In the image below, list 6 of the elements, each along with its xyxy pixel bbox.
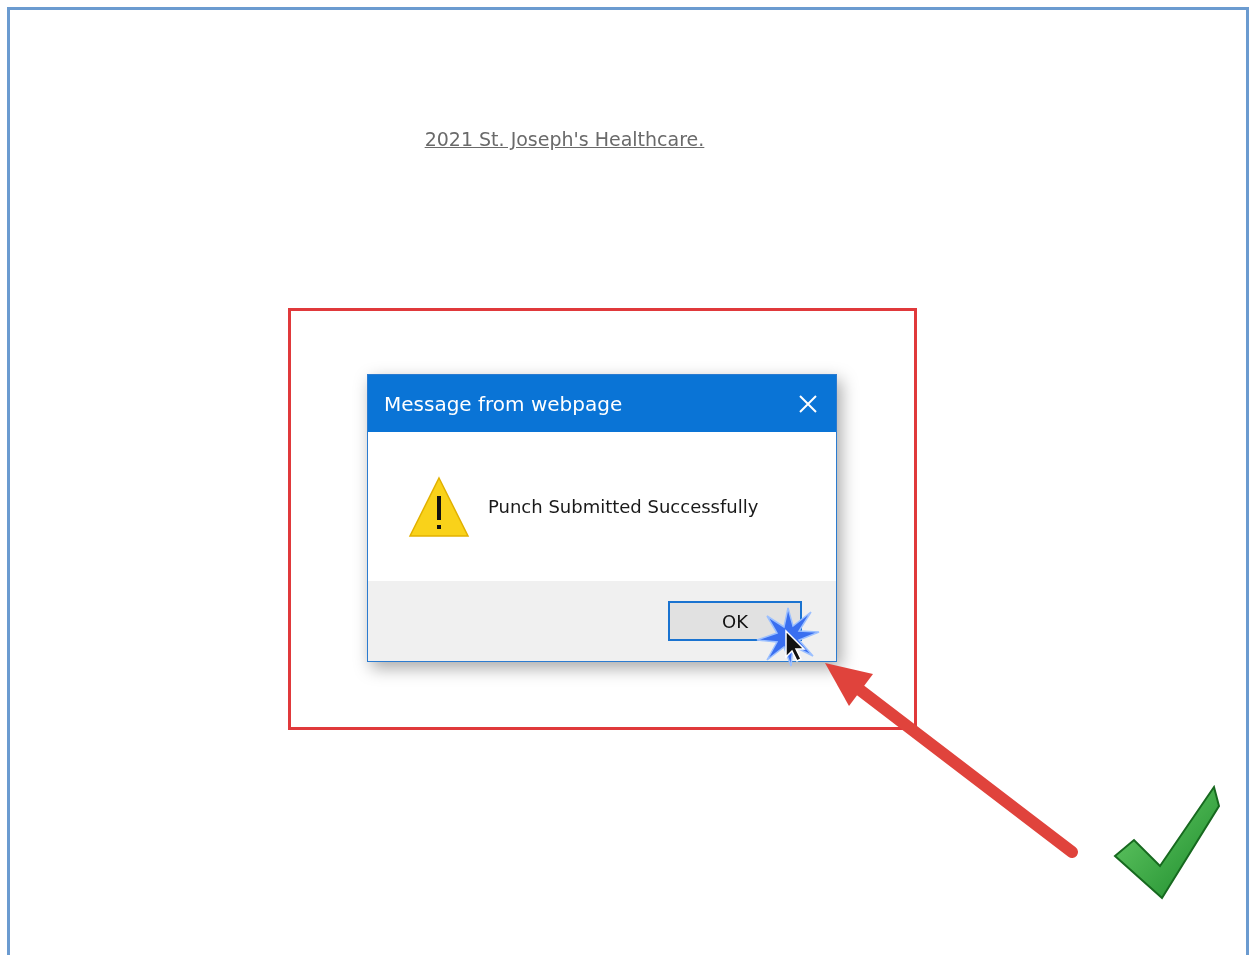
checkmark-icon <box>1112 784 1222 902</box>
warning-icon <box>408 475 470 538</box>
copyright-link[interactable]: 2021 St. Joseph's Healthcare. <box>424 128 705 150</box>
dialog-message: Punch Submitted Successfully <box>488 496 759 517</box>
close-icon <box>798 393 818 414</box>
dialog-title: Message from webpage <box>384 391 623 416</box>
